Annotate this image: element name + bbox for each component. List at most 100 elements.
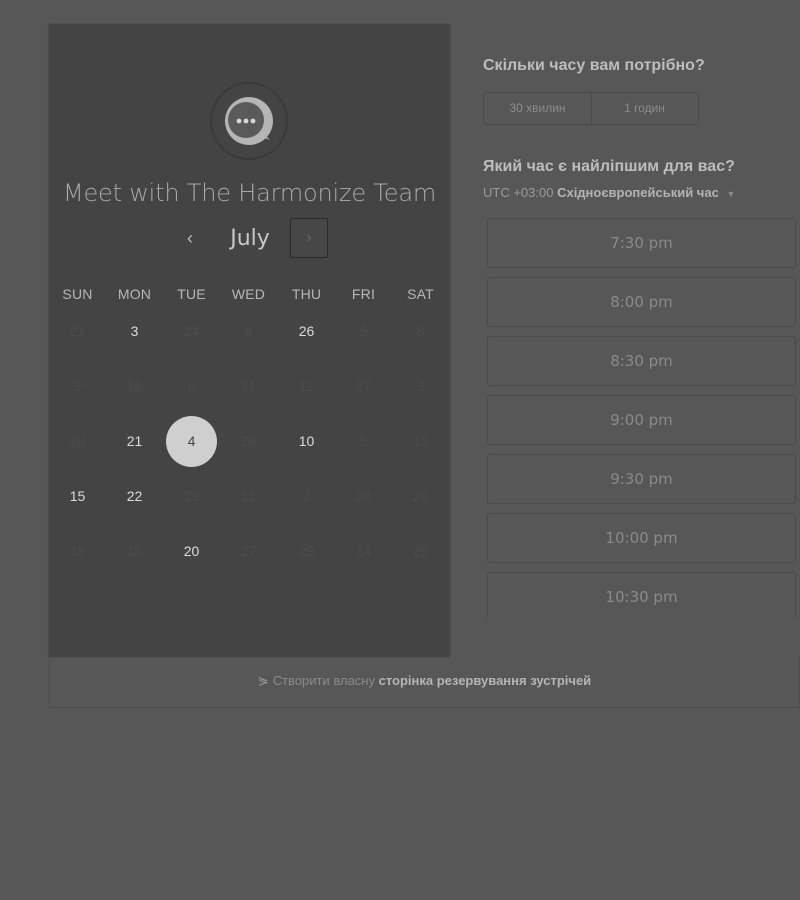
calendar-day-number: 8 (416, 323, 425, 339)
weekday-label: FRI (351, 286, 376, 302)
calendar-day: 11 (278, 359, 335, 414)
calendar-day: 29 (163, 469, 220, 524)
hubspot-icon: ⋟ (257, 673, 269, 688)
duration-option-1hour[interactable]: 1 годин (591, 93, 698, 124)
calendar-day-number: 9 (73, 378, 82, 394)
caret-down-icon: ▼ (726, 189, 736, 199)
calendar-day-number: 13 (412, 433, 429, 449)
calendar-day: 27 (220, 524, 277, 579)
calendar-day-number: 11 (241, 488, 256, 504)
calendar-day: 13 (392, 414, 449, 469)
prev-month-button[interactable]: ‹ (171, 218, 209, 258)
footer-create-link[interactable]: ⋟ Створити власну сторінка резервування з… (49, 657, 800, 708)
time-question: Який час є найліпшим для вас? (483, 158, 735, 175)
calendar-panel: Meet with The Harmonize Team ‹ July › SU… (49, 24, 450, 657)
calendar-day: 5 (335, 304, 392, 359)
calendar-day: 11 (220, 469, 277, 524)
time-slot-button[interactable]: 7:30 pm (487, 218, 796, 268)
calendar-day-number: 8 (187, 378, 196, 394)
chevron-left-icon: ‹ (187, 228, 193, 248)
calendar-day[interactable]: 21 (106, 414, 163, 469)
calendar-day[interactable]: 26 (278, 304, 335, 359)
calendar-day: 15 (106, 524, 163, 579)
duration-question: Скільки часу вам потрібно? (483, 57, 705, 74)
calendar-day-number: 28 (69, 433, 86, 449)
time-slot-button[interactable]: 9:00 pm (487, 395, 796, 445)
time-slot-button[interactable]: 8:00 pm (487, 277, 796, 327)
time-slot-button[interactable]: 9:30 pm (487, 454, 796, 504)
booking-title: Meet with The Harmonize Team (62, 179, 437, 207)
calendar-day-number: 10 (298, 433, 315, 449)
calendar-day-number: 3 (130, 323, 139, 339)
calendar-day-number: 5 (359, 433, 368, 449)
calendar-day-number: 16 (126, 378, 143, 394)
calendar-day: 18 (49, 524, 106, 579)
weekday-label: WED (231, 286, 266, 302)
calendar-day-number: 29 (412, 543, 429, 559)
calendar-day-number: 26 (355, 488, 372, 504)
calendar-day-number: 24 (183, 323, 200, 339)
calendar-day: 8 (163, 359, 220, 414)
calendar-day-number: 15 (126, 543, 143, 559)
calendar-day-number: 20 (183, 543, 200, 559)
calendar-day: 14 (335, 524, 392, 579)
next-month-button[interactable]: › (290, 218, 328, 258)
calendar-day: 24 (163, 304, 220, 359)
month-label: July (230, 226, 270, 251)
weekday-label: SUN (62, 286, 93, 302)
calendar-day[interactable]: 3 (106, 304, 163, 359)
calendar-day: 27 (335, 359, 392, 414)
calendar-day[interactable]: 20 (163, 524, 220, 579)
chevron-right-icon: › (306, 229, 312, 246)
calendar-day[interactable]: 15 (49, 469, 106, 524)
calendar-day: 21 (49, 304, 106, 359)
weekday-label: MON (117, 286, 152, 302)
calendar-day: 26 (335, 469, 392, 524)
calendar-day-number: 11 (299, 378, 314, 394)
calendar-day-number: 3 (416, 378, 425, 394)
calendar-day: 8 (392, 304, 449, 359)
weekday-label: THU (291, 286, 322, 302)
weekday-header: SUN MON TUE WED THU FRI SAT (49, 286, 450, 306)
time-slot-button[interactable]: 10:30 pm (487, 572, 796, 618)
time-slot-button[interactable]: 10:00 pm (487, 513, 796, 563)
calendar-day: 2 (278, 469, 335, 524)
calendar-day: 9 (49, 359, 106, 414)
calendar-day-number: 14 (355, 543, 372, 559)
calendar-day: 16 (106, 359, 163, 414)
calendar-day: 9 (220, 304, 277, 359)
calendar-day: 28 (220, 414, 277, 469)
time-slot-button[interactable]: 8:30 pm (487, 336, 796, 386)
calendar-day-number: 27 (355, 378, 372, 394)
timezone-selector[interactable]: UTC +03:00 Східноєвропейський час ▼ (483, 185, 735, 200)
month-navigation: ‹ July › (49, 218, 450, 262)
calendar-day[interactable]: 22 (106, 469, 163, 524)
footer-prefix: Створити власну (272, 673, 375, 688)
calendar-day-number: 18 (69, 543, 86, 559)
calendar-day: 29 (392, 524, 449, 579)
timezone-offset: UTC +03:00 (483, 185, 554, 200)
calendar-day-number: 15 (69, 488, 86, 504)
calendar-day-number: 27 (240, 543, 257, 559)
calendar-day-number: 28 (240, 433, 257, 449)
calendar-day-selected[interactable]: 4 (163, 414, 220, 469)
chat-bubble-logo-icon (225, 97, 273, 145)
calendar-day: 28 (392, 469, 449, 524)
calendar-day-number: 5 (359, 323, 368, 339)
calendar-day-number: 21 (126, 433, 143, 449)
duration-option-30min[interactable]: 30 хвилин (484, 93, 592, 124)
calendar-day-number: 9 (244, 323, 253, 339)
calendar-day-number: 21 (240, 378, 257, 394)
timezone-name: Східноєвропейський час (557, 185, 719, 200)
calendar-day: 3 (392, 359, 449, 414)
time-slot-list: 7:30 pm 8:00 pm 8:30 pm 9:00 pm 9:30 pm 10:00… (487, 218, 800, 618)
calendar-day: 28 (49, 414, 106, 469)
calendar-day: 29 (278, 524, 335, 579)
weekday-label: SAT (407, 286, 434, 302)
footer-link[interactable]: сторінка резервування зустрічей (379, 673, 592, 688)
calendar-day[interactable]: 10 (278, 414, 335, 469)
duration-selector: 30 хвилин 1 годин (483, 92, 699, 125)
calendar-day: 5 (335, 414, 392, 469)
calendar-day-number: 21 (69, 323, 86, 339)
company-logo (210, 82, 288, 160)
